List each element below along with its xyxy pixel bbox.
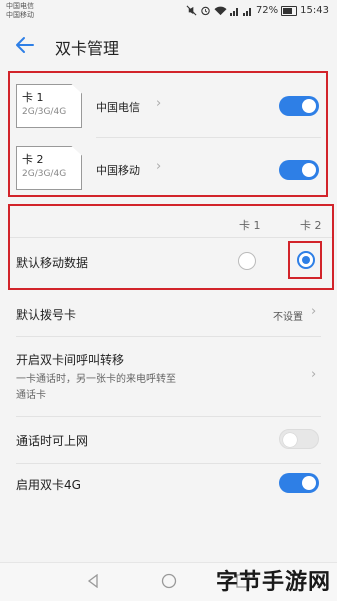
call-forwarding-desc-2: 通话卡 <box>16 390 46 401</box>
sim-name: 卡 2 <box>22 153 44 166</box>
status-time: 15:43 <box>300 5 329 16</box>
default-data-label: 默认移动数据 <box>16 256 89 270</box>
sim-bands: 2G/3G/4G <box>22 169 67 179</box>
divider <box>16 336 321 337</box>
sim-bands: 2G/3G/4G <box>22 107 67 117</box>
carrier-2-label: 中国移动 <box>6 11 34 19</box>
dual-4g-toggle[interactable] <box>279 473 319 493</box>
divider <box>16 416 321 417</box>
dual-4g-label: 启用双卡4G <box>16 478 81 492</box>
battery-percent: 72% <box>255 5 279 16</box>
default-data-highlight <box>8 204 334 290</box>
sim-name: 卡 1 <box>22 91 44 104</box>
title-bar: 双卡管理 <box>0 24 337 68</box>
back-button[interactable] <box>13 33 37 57</box>
chevron-right-icon: › <box>311 367 317 382</box>
internet-during-call-label: 通话时可上网 <box>16 434 89 448</box>
chevron-right-icon: › <box>156 159 162 174</box>
dual-4g-row[interactable]: 启用双卡4G <box>0 467 337 503</box>
toggle-knob <box>283 433 297 447</box>
column-header-sim-2: 卡 2 <box>300 219 322 232</box>
toggle-knob <box>302 163 316 177</box>
internet-during-call-row[interactable]: 通话时可上网 <box>0 420 337 458</box>
call-forwarding-desc-1: 一卡通话时，另一张卡的来电呼转至 <box>16 374 176 385</box>
chevron-right-icon: › <box>156 96 162 111</box>
sim-row-2[interactable]: 卡 2 2G/3G/4G 中国移动 › <box>0 138 337 198</box>
divider <box>16 463 321 464</box>
sim-2-toggle[interactable] <box>279 160 319 180</box>
mute-icon <box>186 5 197 16</box>
chevron-right-icon: › <box>311 304 317 319</box>
status-bar: 中国电信 中国移动 72% 15:43 <box>0 0 337 24</box>
toggle-knob <box>302 476 316 490</box>
battery-icon <box>281 5 298 16</box>
status-icons: 72% 15:43 <box>186 5 329 16</box>
sim-carrier: 中国电信 <box>96 101 140 114</box>
call-forwarding-label: 开启双卡间呼叫转移 <box>16 353 125 367</box>
divider <box>10 237 332 238</box>
alarm-icon <box>201 6 210 16</box>
sim-1-toggle[interactable] <box>279 96 319 116</box>
carrier-1-label: 中国电信 <box>6 2 34 10</box>
sim-card-icon: 卡 1 2G/3G/4G <box>16 84 82 128</box>
radio-sim-2[interactable] <box>297 251 315 269</box>
signal-icon <box>242 7 251 16</box>
nav-back-icon[interactable] <box>86 574 100 588</box>
back-arrow-icon <box>16 37 34 53</box>
default-dial-label: 默认拨号卡 <box>16 308 77 322</box>
column-header-sim-1: 卡 1 <box>239 219 261 232</box>
sim-card-icon: 卡 2 2G/3G/4G <box>16 146 82 190</box>
nav-home-icon[interactable] <box>161 573 177 589</box>
default-dial-row[interactable]: 默认拨号卡 不设置 › <box>0 298 337 332</box>
page-title: 双卡管理 <box>55 39 120 58</box>
watermark: 字节手游网 <box>215 570 331 595</box>
toggle-knob <box>302 99 316 113</box>
call-forwarding-row[interactable]: 开启双卡间呼叫转移 一卡通话时，另一张卡的来电呼转至 通话卡 › <box>0 340 337 410</box>
sim-carrier: 中国移动 <box>96 164 140 177</box>
wifi-icon <box>214 6 227 15</box>
signal-icon <box>229 7 238 16</box>
internet-during-call-toggle[interactable] <box>279 429 319 449</box>
default-dial-value: 不设置 <box>273 312 303 323</box>
sim-row-1[interactable]: 卡 1 2G/3G/4G 中国电信 › <box>0 76 337 136</box>
radio-sim-1[interactable] <box>238 252 256 270</box>
